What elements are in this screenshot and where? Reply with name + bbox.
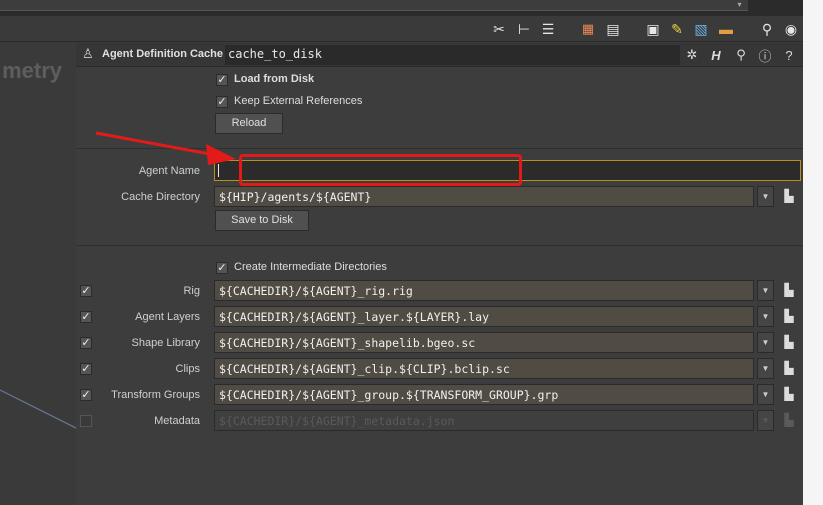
rig-file-browse-icon[interactable]: ▙ [781,280,797,301]
agent-layers-dropdown-icon[interactable]: ▼ [757,306,774,327]
search-icon[interactable]: ⚲ [732,46,750,64]
transform-groups-label: Transform Groups [111,389,200,401]
load-from-disk-label: Load from Disk [234,73,315,85]
tree-icon[interactable]: ⊢ [514,19,534,39]
info-icon[interactable]: ⓘ [756,46,774,64]
cache-directory-field[interactable]: ${HIP}/agents/${AGENT} [214,186,754,207]
path-dropdown-icon[interactable]: ▾ [731,0,748,11]
agent-node-icon: ♙ [82,46,94,61]
create-dirs-checkbox[interactable]: ✓ [216,262,228,274]
save-to-disk-button[interactable]: Save to Disk [215,210,309,231]
network-context-label: metry [2,58,62,83]
cache-directory-file-browse-icon[interactable]: ▙ [781,186,797,207]
shape-library-label: Shape Library [131,337,201,349]
table-view-icon[interactable]: ▤ [603,19,623,39]
metadata-label: Metadata [154,415,200,427]
clips-dropdown-icon[interactable]: ▼ [757,358,774,379]
keep-external-refs-label: Keep External References [234,95,363,107]
help-h-icon[interactable]: H [707,46,725,64]
separator [76,245,803,246]
shape-library-path-field[interactable]: ${CACHEDIR}/${AGENT}_shapelib.bgeo.sc [214,332,754,353]
shape-library-dropdown-icon[interactable]: ▼ [757,332,774,353]
clips-file-browse-icon[interactable]: ▙ [781,358,797,379]
gear-icon[interactable]: ✲ [683,46,701,64]
metadata-dropdown-icon: ▼ [757,410,774,431]
tools-icon[interactable]: ✂ [489,19,509,39]
agent-layers-label: Agent Layers [135,311,200,323]
clips-path-field[interactable]: ${CACHEDIR}/${AGENT}_clip.${CLIP}.bclip.… [214,358,754,379]
grid-color-icon[interactable]: ▦ [578,19,598,39]
agent-layers-file-browse-icon[interactable]: ▙ [781,306,797,327]
eye-icon[interactable]: ◉ [781,19,801,39]
sticky-note-icon[interactable]: ✎ [667,19,687,39]
image-icon[interactable]: ▧ [691,19,711,39]
node-info-icon[interactable]: ▣ [643,19,663,39]
search-icon[interactable]: ⚲ [757,19,777,39]
shape-library-file-browse-icon[interactable]: ▙ [781,332,797,353]
load-from-disk-checkbox[interactable]: ✓ [216,74,228,86]
metadata-file-browse-icon: ▙ [784,413,794,427]
clips-label: Clips [175,363,200,375]
rig-path-field[interactable]: ${CACHEDIR}/${AGENT}_rig.rig [214,280,754,301]
rig-label: Rig [183,285,200,297]
box-icon[interactable]: ▬ [716,19,736,39]
create-dirs-label: Create Intermediate Directories [234,261,387,273]
metadata-path-field: ${CACHEDIR}/${AGENT}_metadata.json [214,410,754,431]
rig-dropdown-icon[interactable]: ▼ [757,280,774,301]
transform-groups-path-field[interactable]: ${CACHEDIR}/${AGENT}_group.${TRANSFORM_G… [214,384,754,405]
node-type-label: Agent Definition Cache [102,48,224,60]
annotation-arrow [95,131,236,165]
cache-directory-label: Cache Directory [121,191,200,203]
list-view-icon[interactable]: ☰ [538,19,558,39]
keep-external-refs-checkbox[interactable]: ✓ [216,96,228,108]
highlight-box [239,154,522,186]
parameter-pane [76,43,803,505]
cache-directory-dropdown-icon[interactable]: ▼ [757,186,774,207]
desktop-margin [803,0,823,505]
agent-layers-path-field[interactable]: ${CACHEDIR}/${AGENT}_layer.${LAYER}.lay [214,306,754,327]
path-bar[interactable] [0,0,748,11]
transform-groups-dropdown-icon[interactable]: ▼ [757,384,774,405]
node-name-field[interactable]: cache_to_disk [225,45,680,65]
transform-groups-file-browse-icon[interactable]: ▙ [781,384,797,405]
question-icon[interactable]: ? [780,46,798,64]
